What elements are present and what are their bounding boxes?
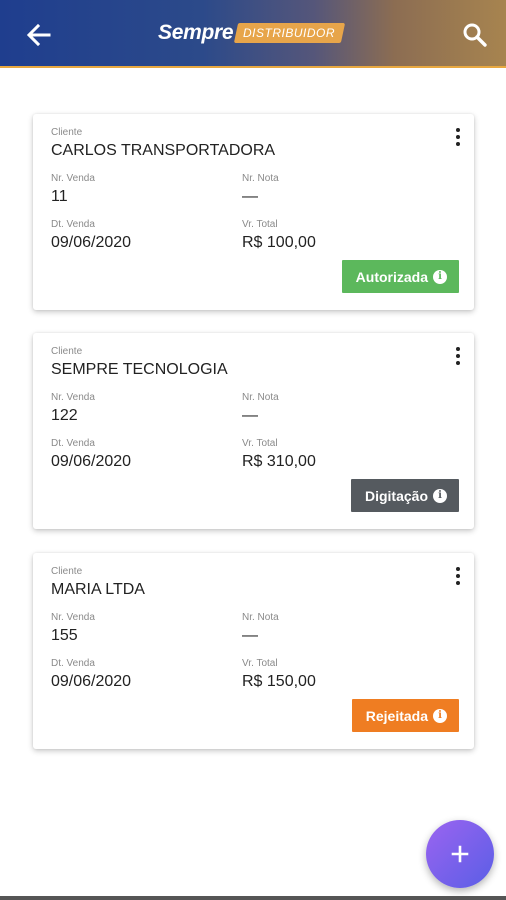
dt-venda-label: Dt. Venda [51,658,95,669]
nr-venda-value: 11 [51,188,68,205]
bottom-edge [0,896,506,900]
status-badge-rejeitada[interactable]: Rejeitada i [351,699,459,732]
plus-icon [451,845,469,863]
nr-venda-value: 155 [51,627,78,644]
status-badge-digitacao[interactable]: Digitação i [350,479,459,512]
brand-name: Sempre [158,21,234,44]
vr-total-label: Vr. Total [242,219,278,230]
cliente-value: MARIA LTDA [51,581,145,598]
nr-venda-value: 122 [51,407,78,424]
back-button[interactable] [22,18,56,52]
info-icon: i [433,269,447,284]
vr-total-value: R$ 150,00 [242,673,316,690]
more-vert-icon[interactable] [452,565,464,591]
app-bar: Sempre DISTRIBUIDOR [0,0,506,68]
info-icon: i [433,488,447,503]
nr-venda-label: Nr. Venda [51,173,95,184]
cliente-label: Cliente [51,566,83,577]
more-vert-icon[interactable] [452,126,464,152]
vr-total-value: R$ 310,00 [242,453,316,470]
info-icon: i [433,708,447,723]
status-label: Autorizada [355,268,428,285]
dt-venda-value: 09/06/2020 [51,673,132,690]
nr-nota-label: Nr. Nota [242,392,279,403]
dt-venda-value: 09/06/2020 [51,234,132,251]
order-card[interactable]: Cliente MARIA LTDA Nr. Venda 155 Nr. Not… [33,553,474,749]
search-icon [463,23,487,47]
cliente-value: SEMPRE TECNOLOGIA [51,361,228,378]
nr-nota-label: Nr. Nota [242,612,279,623]
cliente-value: CARLOS TRANSPORTADORA [51,142,276,159]
vr-total-label: Vr. Total [242,658,278,669]
status-label: Digitação [364,487,428,504]
add-order-button[interactable] [426,820,494,888]
nr-nota-value: — [242,407,258,424]
status-label: Rejeitada [365,707,428,724]
dt-venda-value: 09/06/2020 [51,453,132,470]
brand-tag: DISTRIBUIDOR [234,23,346,43]
nr-nota-value: — [242,627,258,644]
nr-nota-value: — [242,188,258,205]
cliente-label: Cliente [51,127,83,138]
vr-total-label: Vr. Total [242,438,278,449]
order-card[interactable]: Cliente SEMPRE TECNOLOGIA Nr. Venda 122 … [33,333,474,529]
arrow-left-icon [26,23,51,47]
more-vert-icon[interactable] [452,345,464,371]
nr-venda-label: Nr. Venda [51,392,95,403]
dt-venda-label: Dt. Venda [51,219,95,230]
nr-nota-label: Nr. Nota [242,173,279,184]
status-badge-autorizada[interactable]: Autorizada i [341,260,459,293]
dt-venda-label: Dt. Venda [51,438,95,449]
cliente-label: Cliente [51,346,83,357]
vr-total-value: R$ 100,00 [242,234,316,251]
order-card[interactable]: Cliente CARLOS TRANSPORTADORA Nr. Venda … [33,114,474,310]
brand-logo: Sempre DISTRIBUIDOR [158,18,346,48]
search-button[interactable] [458,18,492,52]
nr-venda-label: Nr. Venda [51,612,95,623]
